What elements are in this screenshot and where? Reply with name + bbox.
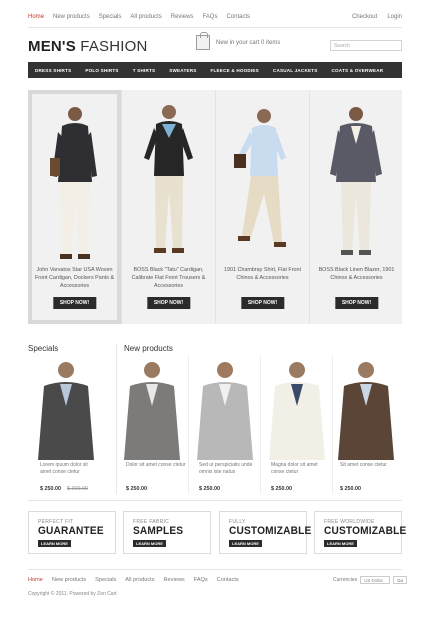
- footer-nav-reviews[interactable]: Reviews: [164, 577, 194, 583]
- feature-box[interactable]: PERFECT FIT GUARANTEE LEARN MORE: [28, 511, 116, 554]
- hero-caption: BOSS Black "Tatu" Cardigan, Calibrate Fl…: [131, 267, 206, 289]
- learn-more-button[interactable]: LEARN MORE: [133, 540, 166, 547]
- category-t-shirts[interactable]: T SHIRTS: [126, 68, 163, 73]
- product-photo: [124, 362, 180, 460]
- features-divider: [28, 500, 402, 501]
- currency-select[interactable]: US Dollar: [360, 576, 391, 584]
- shop-now-button[interactable]: SHOP NOW!: [240, 297, 285, 309]
- category-fleece-hoodies[interactable]: FLEECE & HOODIES: [204, 68, 266, 73]
- product-description: Lorem ipsum dolor sit amet conse ctetur: [40, 462, 88, 475]
- copyright: Copyright © 2011. Powered by Zen Cart: [28, 591, 117, 597]
- feature-title: GUARANTEE: [38, 525, 104, 537]
- shop-now-button[interactable]: SHOP NOW!: [146, 297, 191, 309]
- footer-nav-home[interactable]: Home: [28, 577, 52, 583]
- logo-light: FASHION: [80, 38, 148, 55]
- currency-label: Currencies: [333, 577, 358, 583]
- search-input[interactable]: Search: [330, 40, 402, 51]
- hero-card[interactable]: BOSS Black Linen Blazer, 1901 Chinos & A…: [310, 90, 403, 324]
- current-price: $ 250.00: [40, 486, 61, 492]
- hero-caption: BOSS Black Linen Blazer, 1901 Chinos & A…: [318, 267, 395, 281]
- old-price: $ 300.00: [66, 486, 88, 492]
- category-bar: DRESS SHIRTS POLO SHIRTS T SHIRTS SWEATE…: [28, 62, 402, 78]
- footer-nav-all-products[interactable]: All products: [125, 577, 163, 583]
- feature-title: SAMPLES: [133, 525, 184, 537]
- feature-title: CUSTOMIZABLE: [229, 525, 312, 537]
- feature-box[interactable]: FREE WORLDWIDE CUSTOMIZABLE LEARN MORE: [314, 511, 406, 554]
- account-links: Checkout Login: [352, 14, 402, 20]
- hero-caption: John Varvatos Star USA Woven Front Cardi…: [34, 267, 115, 289]
- product-price: $ 250.00 $ 300.00: [40, 486, 88, 492]
- footer-divider: [28, 569, 402, 570]
- product-photo: [38, 362, 94, 460]
- top-nav-all-products[interactable]: All products: [130, 14, 170, 20]
- top-nav-new-products[interactable]: New products: [53, 14, 99, 20]
- product-photo: [269, 362, 325, 460]
- checkout-link[interactable]: Checkout: [352, 14, 377, 20]
- footer-nav-contacts[interactable]: Contacts: [217, 577, 248, 583]
- footer-nav: Home New products Specials All products …: [28, 577, 248, 583]
- currency-go-button[interactable]: Go: [393, 576, 408, 584]
- hero-caption: 1901 Chambray Shirt, Flat Front Chinos &…: [224, 267, 301, 281]
- top-nav-specials[interactable]: Specials: [99, 14, 131, 20]
- top-nav: Home New products Specials All products …: [28, 14, 259, 20]
- model-photo: [330, 107, 382, 255]
- shopping-bag-icon: [196, 32, 210, 50]
- header-divider: [28, 27, 402, 28]
- cart-text: New in your cart 0 items: [216, 39, 281, 46]
- top-nav-reviews[interactable]: Reviews: [171, 14, 203, 20]
- learn-more-button[interactable]: LEARN MORE: [324, 540, 357, 547]
- feature-box[interactable]: FREE FABRIC SAMPLES LEARN MORE: [123, 511, 211, 554]
- hero-card[interactable]: 1901 Chambray Shirt, Flat Front Chinos &…: [216, 90, 309, 324]
- category-dress-shirts[interactable]: DRESS SHIRTS: [28, 68, 78, 73]
- specials-heading: Specials: [28, 344, 59, 353]
- product-price: $ 250.00: [126, 486, 147, 492]
- learn-more-button[interactable]: LEARN MORE: [38, 540, 71, 547]
- currency-selector: Currencies US Dollar Go: [333, 576, 408, 584]
- product-description: Magna dolor sit amet conse ctetur: [271, 462, 318, 475]
- shop-now-button[interactable]: SHOP NOW!: [52, 297, 97, 309]
- product-description: Sed ut perspiciatis unde omnis iste natu…: [199, 462, 253, 475]
- hero-banner: John Varvatos Star USA Woven Front Cardi…: [28, 90, 402, 324]
- product-description: Dolor sit amet conse ctetur: [126, 462, 186, 468]
- product-photo: [338, 362, 394, 460]
- category-casual-jackets[interactable]: CASUAL JACKETS: [266, 68, 325, 73]
- footer-nav-new-products[interactable]: New products: [52, 577, 95, 583]
- shop-now-button[interactable]: SHOP NOW!: [334, 297, 379, 309]
- logo-bold: MEN'S: [28, 38, 76, 55]
- product-photo: [197, 362, 253, 460]
- hero-card[interactable]: BOSS Black "Tatu" Cardigan, Calibrate Fl…: [122, 90, 215, 324]
- feature-title: CUSTOMIZABLE: [324, 525, 407, 537]
- footer-nav-faqs[interactable]: FAQs: [194, 577, 217, 583]
- feature-box[interactable]: FULLY CUSTOMIZABLE LEARN MORE: [219, 511, 311, 554]
- top-nav-home[interactable]: Home: [28, 14, 53, 20]
- learn-more-button[interactable]: LEARN MORE: [229, 540, 262, 547]
- site-logo[interactable]: MEN'S FASHION: [28, 38, 148, 55]
- category-polo-shirts[interactable]: POLO SHIRTS: [78, 68, 125, 73]
- category-sweaters[interactable]: SWEATERS: [162, 68, 203, 73]
- product-price: $ 250.00: [340, 486, 361, 492]
- product-price: $ 250.00: [199, 486, 220, 492]
- login-link[interactable]: Login: [387, 14, 402, 20]
- model-photo: [234, 109, 286, 247]
- hero-card[interactable]: John Varvatos Star USA Woven Front Cardi…: [28, 90, 121, 324]
- top-nav-faqs[interactable]: FAQs: [202, 14, 226, 20]
- cart-summary[interactable]: New in your cart 0 items: [196, 32, 281, 50]
- model-photo: [144, 105, 193, 253]
- category-coats-overwear[interactable]: COATS & OVERWEAR: [325, 68, 391, 73]
- product-price: $ 250.00: [271, 486, 292, 492]
- product-description: Sit amet conse ctetur: [340, 462, 387, 468]
- model-photo: [50, 107, 97, 259]
- top-nav-contacts[interactable]: Contacts: [226, 14, 259, 20]
- new-products-heading: New products: [124, 344, 173, 353]
- footer-nav-specials[interactable]: Specials: [95, 577, 125, 583]
